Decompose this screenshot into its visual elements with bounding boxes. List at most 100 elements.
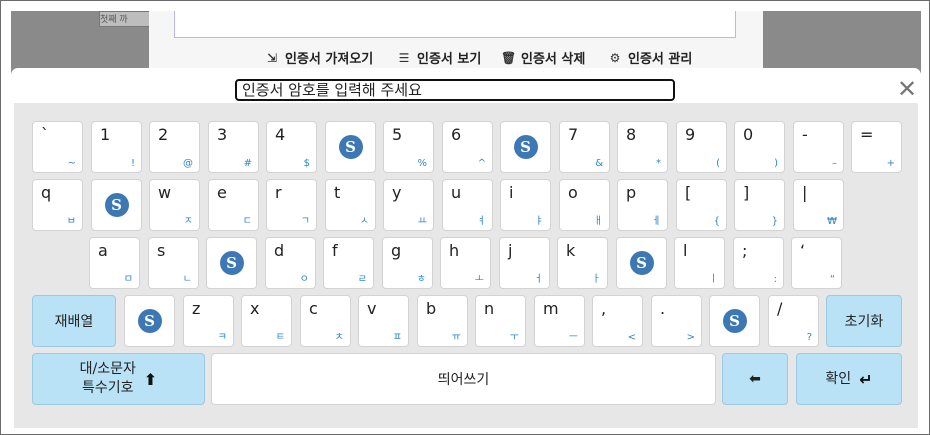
- key-,[interactable]: , <: [592, 295, 643, 347]
- key-c[interactable]: cㅊ: [300, 295, 351, 347]
- space-button[interactable]: 띄어쓰기: [211, 353, 716, 405]
- key-sub-label: @: [183, 158, 193, 169]
- key-[[interactable]: [{: [676, 179, 727, 231]
- key-9[interactable]: 9(: [676, 121, 727, 173]
- key-2[interactable]: 2 @: [149, 121, 200, 173]
- shuffle-icon: S: [629, 251, 654, 275]
- key-x[interactable]: xㅌ: [241, 295, 292, 347]
- key-main-label: 1: [100, 125, 111, 144]
- key--[interactable]: - –: [793, 121, 844, 173]
- key-sub-label: &: [595, 158, 603, 169]
- key-v[interactable]: vㅍ: [358, 295, 409, 347]
- key-sub-label: ㅐ: [593, 216, 603, 227]
- key-p[interactable]: pㅔ: [617, 179, 668, 231]
- key-m[interactable]: mㅡ: [534, 295, 585, 347]
- key-e[interactable]: eㄷ: [208, 179, 259, 231]
- key-i[interactable]: iㅑ: [500, 179, 551, 231]
- cert-toolbar-button-3[interactable]: 🗑 인증서 삭제: [501, 48, 585, 68]
- key-;[interactable]: ;:: [733, 237, 784, 289]
- key-.[interactable]: . >: [651, 295, 702, 347]
- key-=[interactable]: = +: [851, 121, 902, 173]
- clear-label: 초기화: [844, 314, 884, 330]
- shuffle-icon: S: [219, 251, 244, 275]
- key-sub-label: (: [716, 158, 720, 169]
- key-main-label: p: [626, 183, 637, 202]
- key-main-label: h: [449, 241, 460, 260]
- key-sub-label: ㅣ: [708, 274, 718, 285]
- key-5[interactable]: 5%: [383, 121, 434, 173]
- key-f[interactable]: fㄹ: [323, 237, 374, 289]
- shift-label: 대/소문자 특수기호: [80, 360, 136, 398]
- key-3[interactable]: 3 #: [208, 121, 259, 173]
- backspace-button[interactable]: ⬅: [722, 353, 788, 405]
- key-main-label: 3: [217, 125, 228, 144]
- key-w[interactable]: wㅈ: [149, 179, 200, 231]
- key-|[interactable]: | ₩: [793, 179, 844, 231]
- key-d[interactable]: dㅇ: [265, 237, 316, 289]
- key-1[interactable]: 1!: [91, 121, 142, 173]
- key-k[interactable]: kㅏ: [557, 237, 608, 289]
- cert-toolbar-button-4[interactable]: ⚙ 인증서 관리: [608, 48, 693, 68]
- clear-button[interactable]: 초기화: [826, 295, 902, 347]
- rearrange-button[interactable]: 재배열: [32, 295, 116, 347]
- key-sub-label: %: [417, 158, 427, 169]
- key-0[interactable]: 0): [734, 121, 785, 173]
- key-sub-label: ㅊ: [334, 332, 344, 343]
- key-s[interactable]: sㄴ: [148, 237, 199, 289]
- key-sub-label: ㅑ: [534, 216, 544, 227]
- random-key[interactable]: S: [709, 295, 760, 347]
- trash-icon: 🗑: [501, 50, 517, 65]
- key-u[interactable]: uㅕ: [442, 179, 493, 231]
- key-6[interactable]: 6 ^: [442, 121, 493, 173]
- key-sub-label: ㅅ: [359, 216, 369, 227]
- key-8[interactable]: 8 *: [617, 121, 668, 173]
- random-key[interactable]: S: [124, 295, 175, 347]
- random-key[interactable]: S: [616, 237, 667, 289]
- key-main-label: v: [367, 299, 377, 318]
- confirm-button[interactable]: 확인 ↵: [796, 353, 902, 405]
- key-sub-label: }: [771, 216, 778, 227]
- key-main-label: [: [685, 183, 692, 202]
- key-7[interactable]: 7 &: [559, 121, 610, 173]
- key-b[interactable]: bㅠ: [417, 295, 468, 347]
- key-y[interactable]: yㅛ: [383, 179, 434, 231]
- random-key[interactable]: S: [325, 121, 376, 173]
- key-z[interactable]: zㅋ: [183, 295, 234, 347]
- key-l[interactable]: lㅣ: [674, 237, 725, 289]
- key-`[interactable]: ` ~: [32, 121, 83, 173]
- key-q[interactable]: qㅂ: [32, 179, 83, 231]
- shift-label-line1: 대/소문자: [79, 361, 136, 377]
- key-sub-label: ㅌ: [275, 332, 285, 343]
- key-‘[interactable]: ‘“: [791, 237, 842, 289]
- key-o[interactable]: oㅐ: [559, 179, 610, 231]
- key-sub-label: +: [886, 158, 895, 169]
- key-main-label: g: [391, 241, 402, 260]
- random-key[interactable]: S: [91, 179, 142, 231]
- key-main-label: ‘: [800, 241, 806, 260]
- key-sub-label: ㅛ: [417, 216, 427, 227]
- random-key[interactable]: S: [206, 237, 257, 289]
- shuffle-icon: S: [722, 309, 747, 333]
- key-t[interactable]: tㅅ: [325, 179, 376, 231]
- key-4[interactable]: 4 $: [266, 121, 317, 173]
- key-main-label: /: [777, 299, 783, 318]
- key-main-label: 6: [451, 125, 462, 144]
- key-a[interactable]: aㅁ: [89, 237, 140, 289]
- key-sub-label: ㅠ: [451, 332, 461, 343]
- close-icon[interactable]: ✕: [896, 77, 918, 101]
- key-r[interactable]: rㄱ: [266, 179, 317, 231]
- key-h[interactable]: hㅗ: [440, 237, 491, 289]
- cert-toolbar-button-2[interactable]: ☰ 인증서 보기: [397, 48, 482, 68]
- key-sub-label: ): [774, 158, 778, 169]
- shift-button[interactable]: 대/소문자 특수기호 ⬆: [32, 353, 205, 405]
- key-][interactable]: ]}: [734, 179, 785, 231]
- key-n[interactable]: nㅜ: [475, 295, 526, 347]
- password-input[interactable]: 인증서 암호를 입력해 주세요: [235, 79, 675, 101]
- cert-toolbar-button-1[interactable]: ⇲ 인증서 가져오기: [265, 48, 373, 68]
- key-g[interactable]: gㅎ: [382, 237, 433, 289]
- key-/[interactable]: /?: [768, 295, 819, 347]
- key-main-label: 4: [275, 125, 286, 144]
- key-j[interactable]: jㅓ: [499, 237, 550, 289]
- key-main-label: k: [566, 241, 576, 260]
- random-key[interactable]: S: [500, 121, 551, 173]
